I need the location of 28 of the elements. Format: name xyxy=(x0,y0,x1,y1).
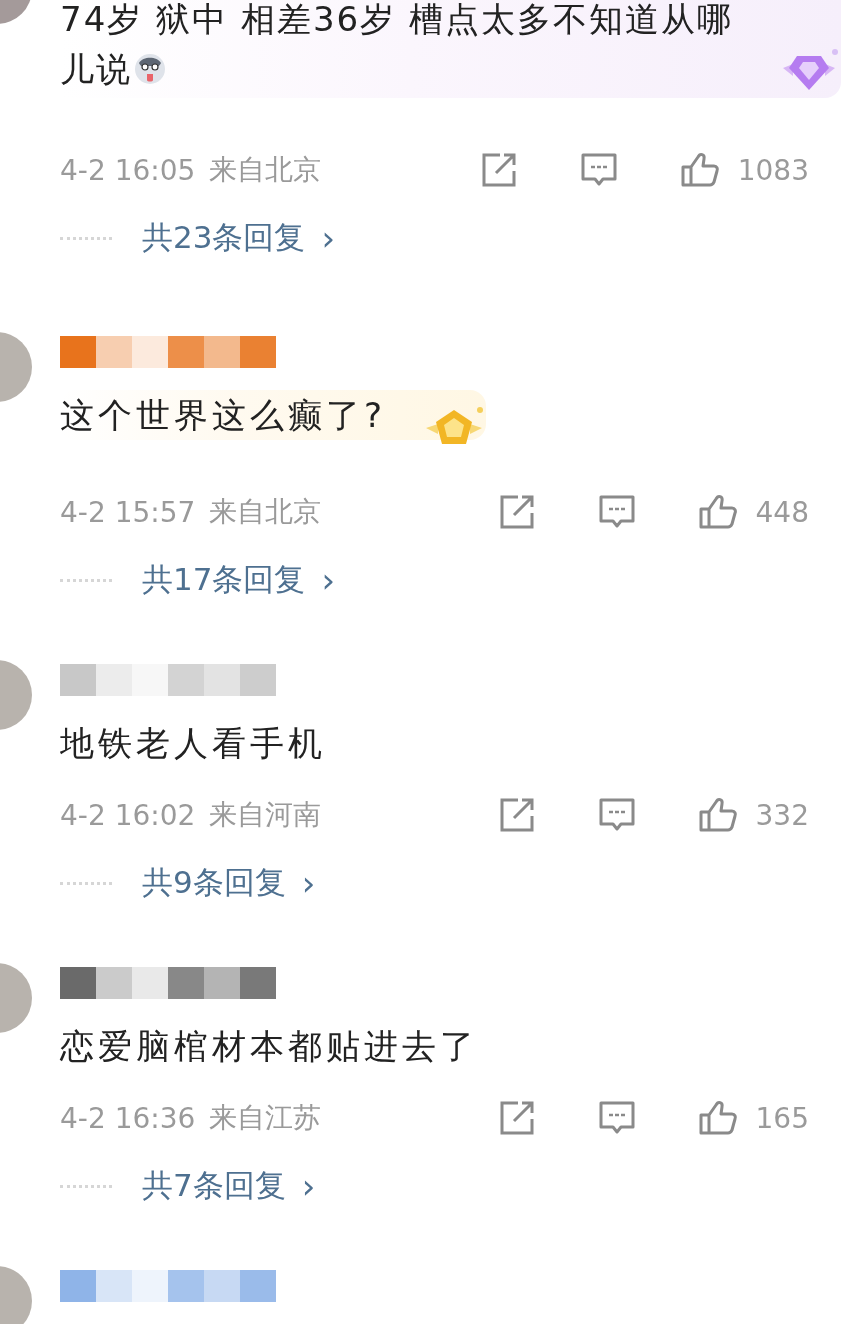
like-count: 332 xyxy=(755,798,809,832)
comment-text: 这个世界这么癫了? xyxy=(60,394,387,437)
comment-location: 来自北京 xyxy=(209,152,322,188)
comment-text: 74岁 狱中 相差36岁 槽点太多不知道从哪儿说 xyxy=(60,0,734,91)
thumbs-up-icon[interactable] xyxy=(697,1098,738,1138)
reply-link[interactable]: 共17条回复 › xyxy=(142,559,336,601)
dotted-line xyxy=(60,1184,112,1188)
thumbs-up-icon[interactable] xyxy=(697,492,738,532)
comment-time: 4-2 16:05 xyxy=(60,153,196,187)
comment-time: 4-2 15:57 xyxy=(60,495,196,529)
like-count: 448 xyxy=(755,495,809,529)
comment-time: 4-2 16:36 xyxy=(60,1101,196,1135)
reply-link[interactable]: 共9条回复 › xyxy=(142,862,316,904)
comment-text: 地铁老人看手机 xyxy=(60,722,326,765)
reply-link[interactable]: 共7条回复 › xyxy=(142,1165,316,1207)
thumbs-up-icon[interactable] xyxy=(679,150,720,190)
dotted-line xyxy=(60,236,112,240)
like-count: 165 xyxy=(755,1101,809,1135)
dotted-line xyxy=(60,881,112,885)
comment-location: 来自江苏 xyxy=(209,1100,322,1136)
reply-link[interactable]: 共23条回复 › xyxy=(142,217,336,259)
comment-location: 来自北京 xyxy=(209,494,322,530)
comment-location: 来自河南 xyxy=(209,797,322,833)
dotted-line xyxy=(60,578,112,582)
comment-text: 恋爱脑棺材本都贴进去了 xyxy=(60,1025,478,1068)
like-count: 1083 xyxy=(737,153,809,187)
thumbs-up-icon[interactable] xyxy=(697,795,738,835)
comment-time: 4-2 16:02 xyxy=(60,798,196,832)
